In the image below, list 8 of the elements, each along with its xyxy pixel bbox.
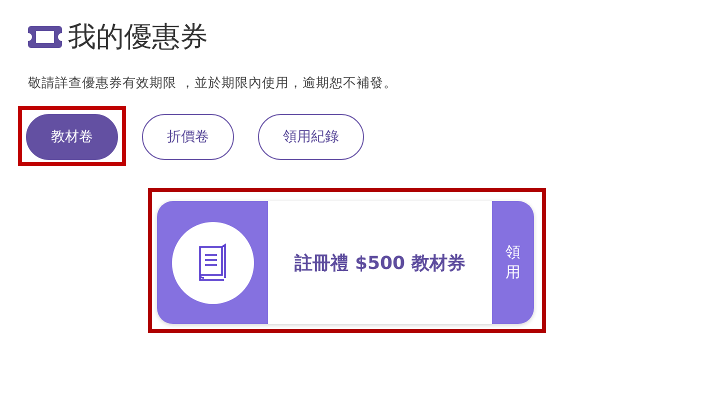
tab[interactable]: 領用紀錄 bbox=[258, 114, 364, 160]
ticket-icon bbox=[28, 26, 62, 48]
claim-button[interactable]: 領用 bbox=[492, 201, 534, 324]
coupon-title: 註冊禮 $500 教材券 bbox=[294, 252, 466, 274]
notice-text: 敬請詳查優惠券有效期限 ，並於期限內使用，逾期恕不補發。 bbox=[28, 75, 398, 92]
tab[interactable]: 折價卷 bbox=[142, 114, 234, 160]
tab[interactable]: 教材卷 bbox=[26, 114, 118, 160]
page-title: 我的優惠券 bbox=[68, 19, 208, 55]
